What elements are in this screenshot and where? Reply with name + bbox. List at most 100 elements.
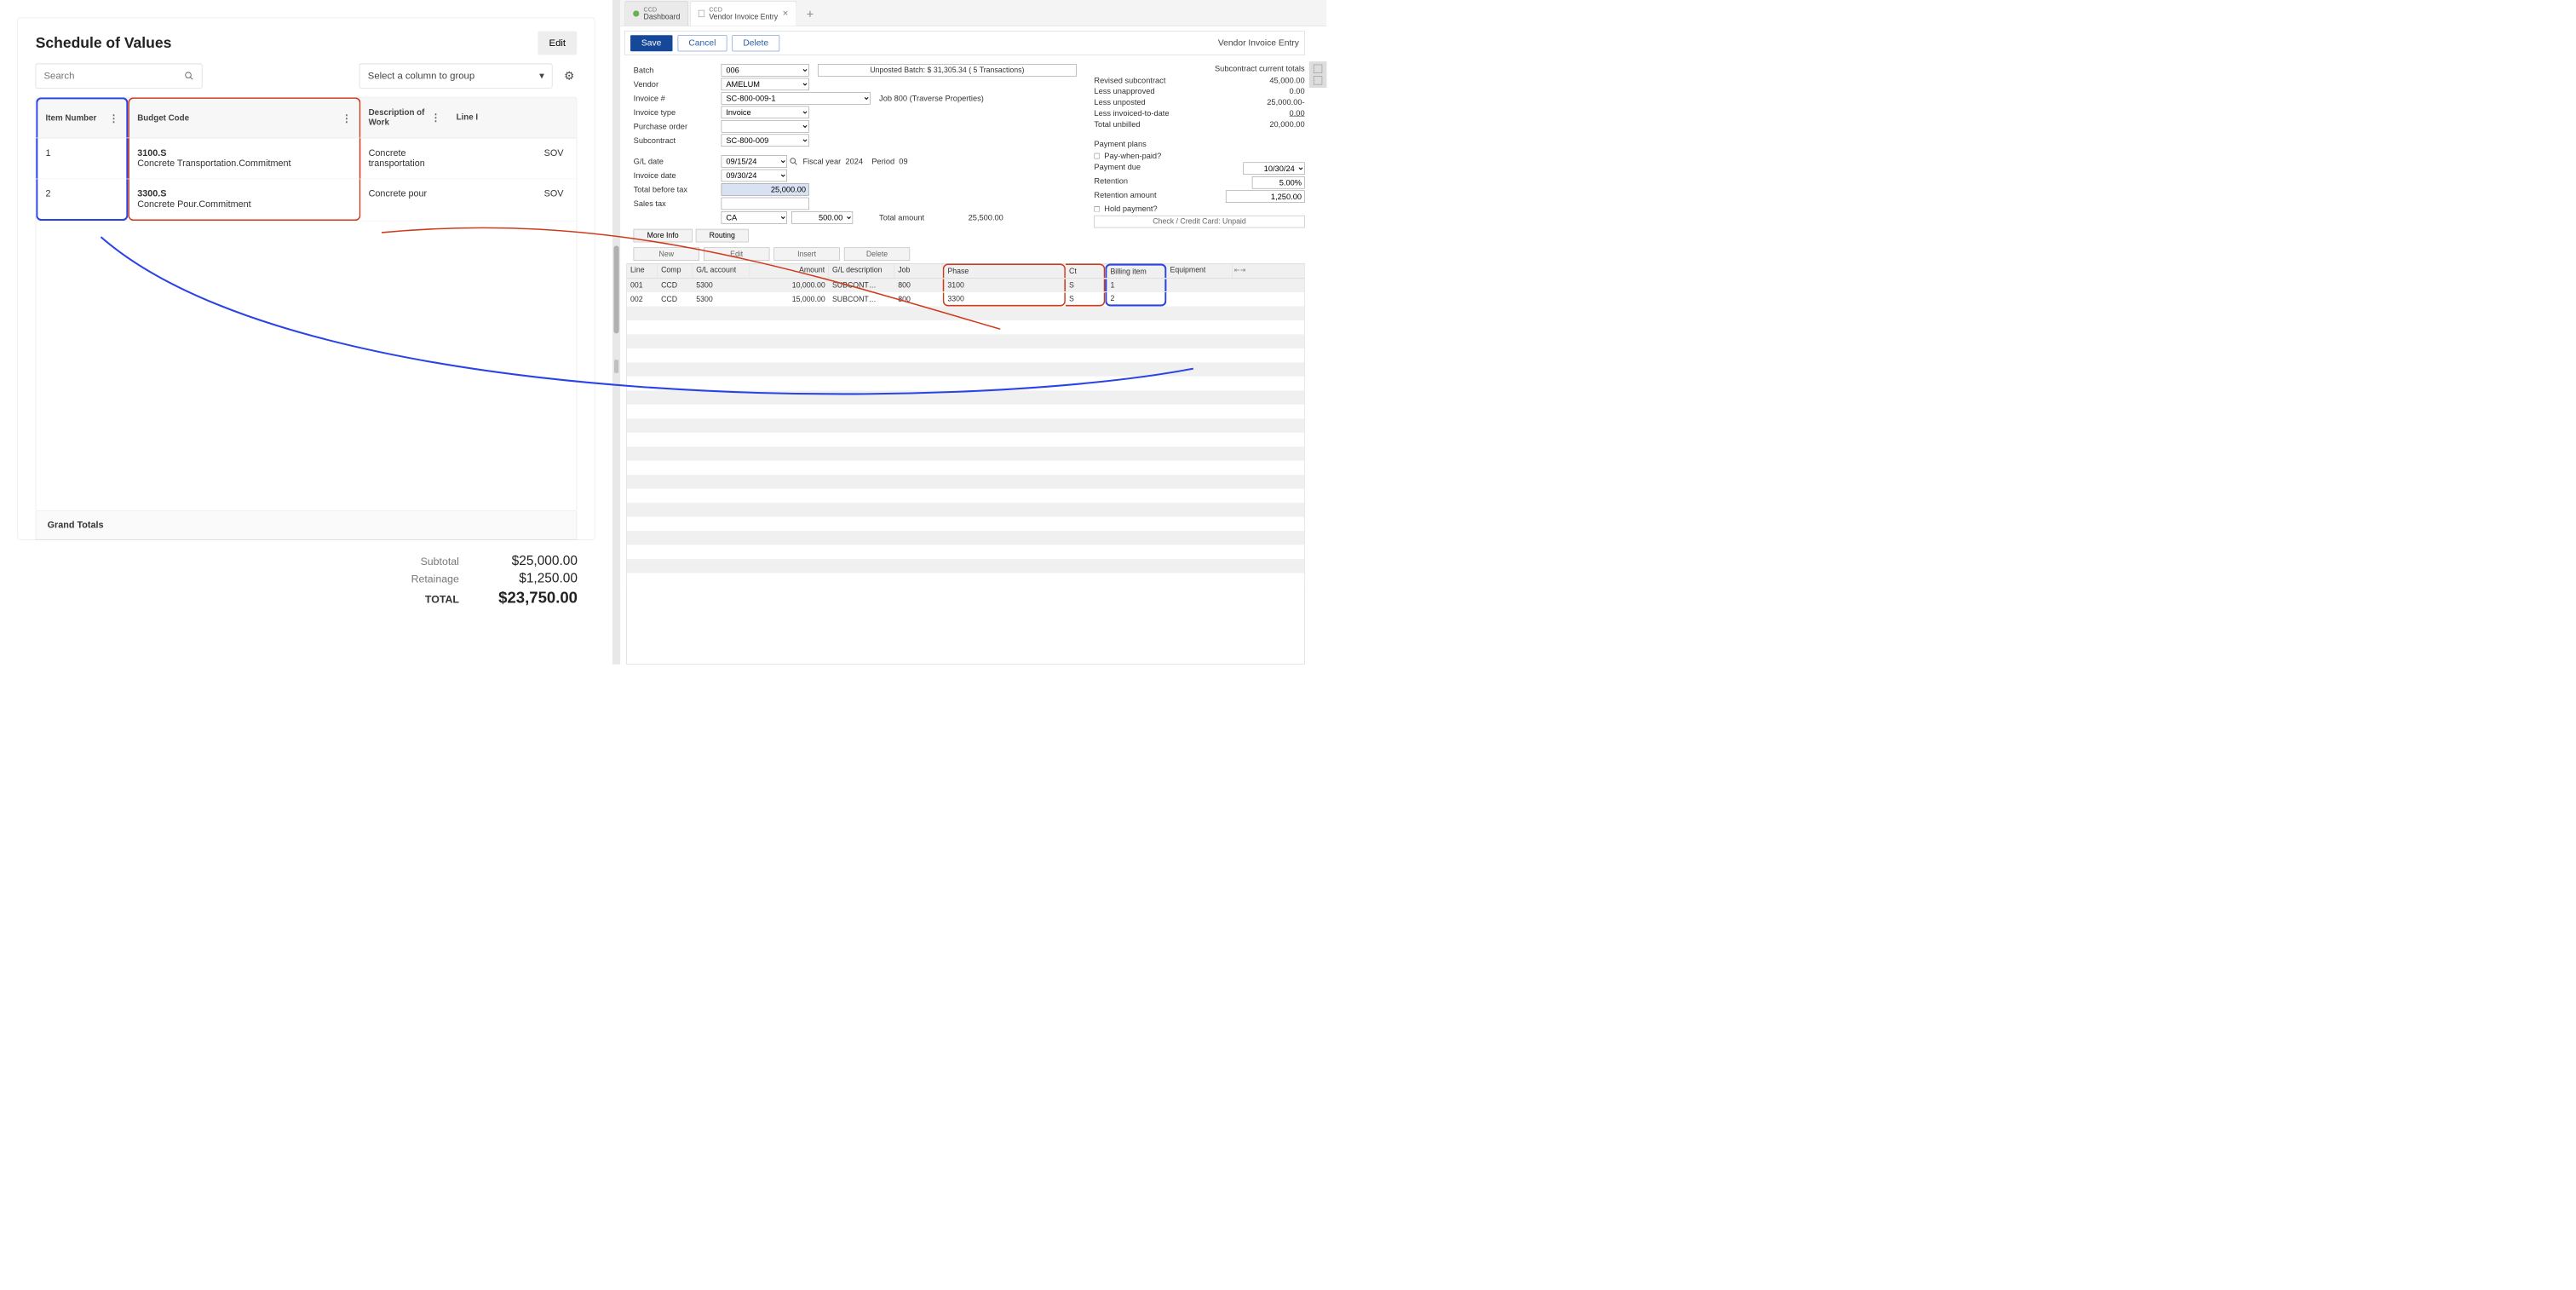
col-line[interactable]: Line (627, 264, 658, 278)
splitter-handle[interactable] (614, 360, 618, 372)
less-unapproved-value: 0.00 (1290, 87, 1305, 96)
col-ct[interactable]: Ct (1066, 264, 1105, 278)
vendor-label: Vendor (634, 79, 722, 89)
fiscal-year-value: 2024 (845, 157, 863, 166)
pay-when-paid-checkbox[interactable] (1094, 153, 1100, 159)
search-input[interactable] (44, 70, 185, 81)
total-amount-value: 25,500.00 (946, 213, 1003, 222)
gl-date-select[interactable]: 09/15/24 (722, 155, 787, 167)
grid-edit-button[interactable]: Edit (704, 247, 769, 260)
vendor-select[interactable]: AMELUM (722, 78, 809, 90)
close-icon[interactable]: ✕ (782, 9, 788, 18)
retention-label: Retention (1094, 176, 1128, 188)
revised-subcontract-value: 45,000.00 (1269, 76, 1304, 85)
search-icon (184, 71, 193, 80)
cell-budget-code: 3300.S Concrete Pour.Commitment (128, 179, 360, 221)
col-gl-description[interactable]: G/L description (829, 264, 894, 278)
kebab-icon[interactable]: ⋮ (342, 112, 351, 124)
search-icon[interactable] (789, 157, 798, 166)
delete-button[interactable]: Delete (732, 35, 779, 51)
expand-columns-icon[interactable]: ⇤⇥ (1233, 264, 1248, 278)
grid-new-button[interactable]: New (634, 247, 699, 260)
batch-select[interactable]: 006 (722, 64, 809, 76)
grid-row[interactable]: 001 CCD 5300 10,000.00 SUBCONT… 800 3100… (627, 279, 1304, 292)
add-tab-button[interactable]: + (798, 3, 821, 26)
subtotal-value: $25,000.00 (472, 553, 578, 568)
hold-payment-label: Hold payment? (1104, 204, 1157, 214)
col-description[interactable]: Description of Work ⋮ (360, 97, 448, 137)
po-select[interactable] (722, 120, 809, 132)
sov-row[interactable]: 2 3300.S Concrete Pour.Commitment Concre… (36, 179, 577, 221)
right-rail[interactable] (1309, 61, 1327, 88)
sov-row[interactable]: 1 3100.S Concrete Transportation.Commitm… (36, 138, 577, 179)
invoice-num-select[interactable]: SC-800-009-1 (722, 92, 871, 104)
hold-payment-checkbox[interactable] (1094, 206, 1100, 212)
subtotal-label: Subtotal (421, 556, 459, 567)
job-text: Job 800 (Traverse Properties) (879, 94, 984, 103)
cancel-button[interactable]: Cancel (677, 35, 727, 51)
grid-delete-button[interactable]: Delete (844, 247, 910, 260)
pane-splitter[interactable] (612, 0, 620, 665)
document-icon (699, 10, 704, 17)
save-button[interactable]: Save (630, 35, 672, 51)
cell-line: SOV (448, 138, 577, 178)
less-unposted-value: 25,000.00- (1267, 98, 1304, 107)
group-by-select[interactable]: Select a column to group ▾ (359, 64, 553, 89)
col-equipment[interactable]: Equipment (1166, 264, 1232, 278)
toolbar: Save Cancel Delete Vendor Invoice Entry (624, 31, 1304, 55)
line-item-grid: Line Comp G/L account Amount G/L descrip… (626, 263, 1304, 665)
tax-code-select[interactable]: CA (722, 211, 787, 223)
col-item-number[interactable]: Item Number ⋮ (36, 97, 128, 137)
cell-budget-code: 3100.S Concrete Transportation.Commitmen… (128, 138, 360, 178)
col-line-item[interactable]: Line I (448, 97, 577, 137)
cell-item-number: 1 (36, 138, 128, 178)
less-invoiced-to-date-label: Less invoiced-to-date (1094, 109, 1169, 118)
kebab-icon[interactable]: ⋮ (431, 112, 440, 123)
period-label: Period (871, 157, 894, 166)
total-amount-label: Total amount (879, 213, 924, 222)
subcontract-select[interactable]: SC-800-009 (722, 135, 809, 147)
col-job[interactable]: Job (894, 264, 943, 278)
total-before-tax-label: Total before tax (634, 185, 722, 194)
cell-description: Concrete transportation (360, 138, 448, 178)
routing-button[interactable]: Routing (696, 229, 749, 242)
invoice-type-label: Invoice type (634, 107, 722, 117)
search-box[interactable] (36, 64, 203, 89)
col-phase[interactable]: Phase (943, 264, 1066, 278)
page-title: Vendor Invoice Entry (1218, 38, 1299, 49)
retention-amount-input[interactable] (1226, 191, 1305, 203)
cell-line: SOV (448, 179, 577, 221)
invoice-type-select[interactable]: Invoice (722, 107, 809, 118)
col-gl-account[interactable]: G/L account (693, 264, 750, 278)
col-comp[interactable]: Comp (658, 264, 693, 278)
gl-date-label: G/L date (634, 157, 722, 166)
edit-button[interactable]: Edit (538, 32, 577, 55)
tab-dashboard[interactable]: CCD Dashboard (624, 1, 688, 26)
rail-icon[interactable] (1314, 65, 1322, 73)
retainage-value: $1,250.00 (472, 571, 578, 586)
tab-vendor-invoice-entry[interactable]: CCD Vendor Invoice Entry ✕ (690, 1, 796, 26)
total-before-tax-input[interactable] (722, 183, 809, 195)
payment-due-select[interactable]: 10/30/24 (1244, 163, 1305, 175)
total-unbilled-label: Total unbilled (1094, 120, 1140, 130)
retention-input[interactable] (1252, 176, 1305, 188)
col-amount[interactable]: Amount (750, 264, 829, 278)
grid-insert-button[interactable]: Insert (773, 247, 839, 260)
grid-row[interactable]: 002 CCD 5300 15,000.00 SUBCONT… 800 3300… (627, 292, 1304, 306)
rail-icon[interactable] (1314, 76, 1322, 84)
tax-amount-select[interactable]: 500.00 (791, 211, 853, 223)
sales-tax-input[interactable] (722, 198, 809, 210)
more-info-button[interactable]: More Info (634, 229, 693, 242)
scrollbar-thumb[interactable] (614, 245, 619, 333)
col-billing-item[interactable]: Billing item (1105, 264, 1166, 278)
retainage-label: Retainage (411, 573, 459, 585)
invoice-date-select[interactable]: 09/30/24 (722, 170, 787, 181)
col-budget-code[interactable]: Budget Code ⋮ (128, 97, 360, 137)
sov-title: Schedule of Values (36, 34, 172, 51)
sov-table: Item Number ⋮ Budget Code ⋮ Description … (36, 97, 578, 511)
payment-due-label: Payment due (1094, 163, 1141, 175)
settings-sliders-icon[interactable]: ⚙ (561, 68, 578, 84)
invoice-date-label: Invoice date (634, 171, 722, 181)
kebab-icon[interactable]: ⋮ (109, 112, 118, 124)
cell-item-number: 2 (36, 179, 128, 221)
